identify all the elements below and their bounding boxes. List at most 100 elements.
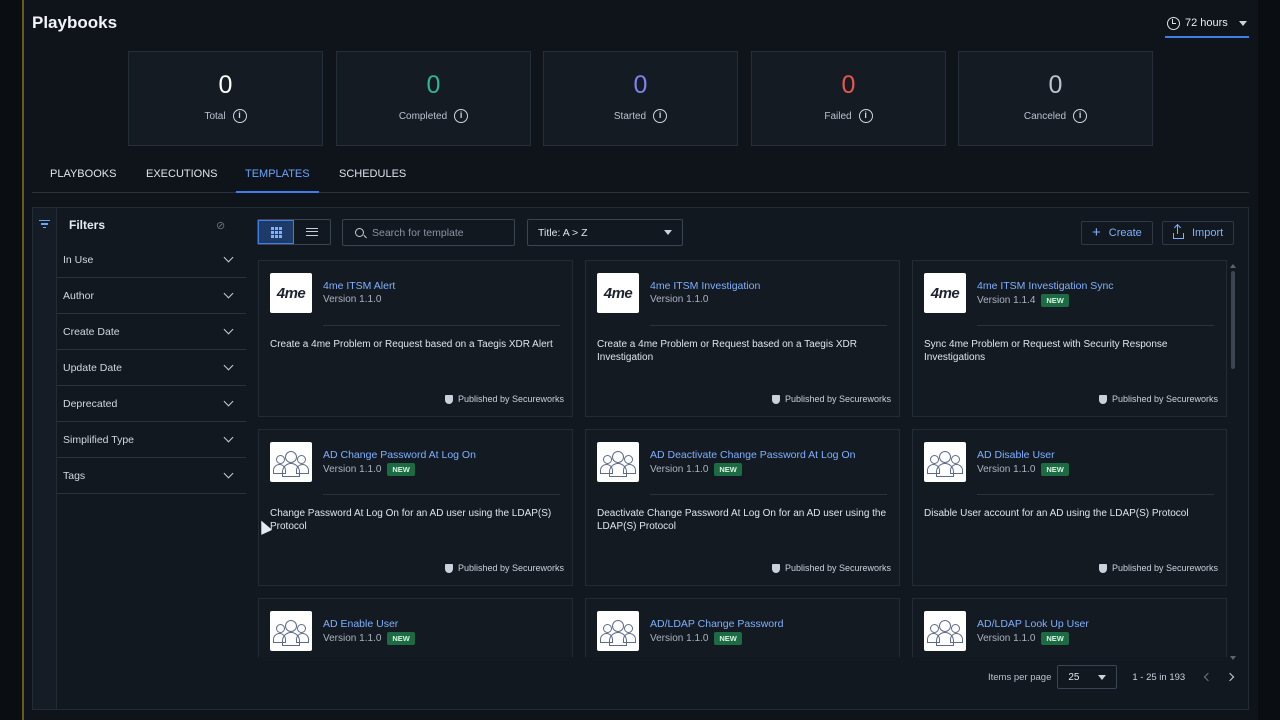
list-view-button[interactable] — [294, 220, 330, 244]
caret-down-icon — [1238, 20, 1247, 26]
template-title[interactable]: AD Disable User — [977, 449, 1055, 461]
chevron-down-icon — [223, 252, 234, 263]
scrollbar[interactable] — [1230, 264, 1236, 660]
chevron-down-icon — [223, 396, 234, 407]
caret-down-icon — [664, 230, 672, 235]
sort-select[interactable]: Title: A > Z — [527, 219, 683, 246]
stat-card-started: 0 Started i — [543, 51, 738, 146]
tab-playbooks[interactable]: PLAYBOOKS — [50, 162, 116, 193]
filter-label: Simplified Type — [63, 433, 135, 446]
stat-label: Completed — [398, 110, 448, 122]
template-title[interactable]: 4me ITSM Investigation Sync — [977, 280, 1114, 292]
info-icon[interactable]: i — [858, 109, 873, 123]
time-range-select[interactable]: 72 hours — [1165, 10, 1249, 38]
template-title[interactable]: AD Deactivate Change Password At Log On — [650, 449, 855, 461]
stat-value: 0 — [218, 71, 233, 99]
stat-value: 0 — [841, 71, 856, 99]
filter-deprecated[interactable]: Deprecated — [57, 386, 246, 422]
template-version: Version 1.1.0 — [650, 633, 709, 644]
stat-value: 0 — [426, 71, 441, 99]
info-icon[interactable]: i — [1073, 109, 1088, 123]
filter-tags[interactable]: Tags — [57, 458, 246, 494]
card-divider — [650, 494, 887, 495]
template-title[interactable]: 4me ITSM Investigation — [650, 280, 760, 292]
template-card[interactable]: 4me 4me ITSM Investigation Version 1.1.0 Cr… — [585, 260, 900, 417]
chevron-down-icon — [223, 468, 234, 479]
stat-card-completed: 0 Completed i — [336, 51, 531, 146]
import-button[interactable]: Import — [1162, 221, 1235, 245]
tab-templates[interactable]: TEMPLATES — [236, 162, 319, 193]
right-edge — [1258, 0, 1280, 720]
create-button[interactable]: + Create — [1081, 221, 1153, 245]
info-icon[interactable]: i — [232, 109, 247, 123]
4me-logo: 4me — [924, 273, 966, 313]
stat-label: Total — [204, 110, 226, 122]
template-card[interactable]: 4me 4me ITSM Investigation Sync Version 1.… — [912, 260, 1227, 417]
template-description: Create a 4me Problem or Request based on… — [270, 339, 553, 350]
template-description: Deactivate Change Password At Log On for… — [597, 508, 887, 532]
sort-value: Title: A > Z — [538, 226, 588, 239]
info-icon[interactable]: i — [454, 109, 469, 123]
template-card[interactable]: AD/LDAP Look Up User Version 1.1.0 NEW — [912, 598, 1227, 657]
shield-icon — [1098, 394, 1107, 404]
filter-label: Tags — [63, 469, 86, 482]
template-title[interactable]: AD Enable User — [323, 618, 398, 630]
filter-update-date[interactable]: Update Date — [57, 350, 246, 386]
items-per-page-select[interactable]: 25 — [1057, 665, 1118, 689]
filter-author[interactable]: Author — [57, 278, 246, 314]
tab-executions[interactable]: EXECUTIONS — [146, 162, 218, 193]
prev-page-icon[interactable] — [1203, 672, 1213, 682]
filters-title: Filters — [69, 218, 106, 232]
4me-logo: 4me — [597, 273, 639, 313]
new-badge: NEW — [387, 463, 415, 476]
template-version: Version 1.1.0 — [977, 464, 1036, 475]
search-input[interactable] — [372, 226, 512, 239]
template-title[interactable]: AD/LDAP Look Up User — [977, 618, 1089, 630]
filter-create-date[interactable]: Create Date — [57, 314, 246, 350]
filter-in-use[interactable]: In Use — [57, 242, 246, 278]
stat-label: Failed — [824, 110, 852, 122]
filter-label: Create Date — [63, 325, 120, 338]
shield-icon — [1098, 563, 1107, 573]
grid-view-button[interactable] — [258, 220, 295, 244]
template-version: Version 1.1.0 — [650, 294, 709, 305]
card-divider — [323, 325, 560, 326]
publisher: Published by Secureworks — [1111, 394, 1218, 404]
clear-filters-icon[interactable]: ⊘ — [216, 219, 228, 232]
template-card[interactable]: AD/LDAP Change Password Version 1.1.0 NEW — [585, 598, 900, 657]
template-description: Sync 4me Problem or Request with Securit… — [924, 339, 1168, 363]
template-version: Version 1.1.0 — [323, 464, 382, 475]
template-description: Disable User account for an AD using the… — [924, 508, 1189, 519]
template-card[interactable]: 4me 4me ITSM Alert Version 1.1.0 Create a 4… — [258, 260, 573, 417]
template-title[interactable]: AD/LDAP Change Password — [650, 618, 783, 630]
stat-card-total: 0 Total i — [128, 51, 323, 146]
users-group-icon — [924, 442, 966, 482]
filter-icon[interactable] — [39, 220, 50, 229]
upload-icon — [1173, 224, 1184, 239]
caret-down-icon — [1098, 674, 1107, 680]
per-page-value: 25 — [1068, 671, 1080, 683]
templates-panel: Filters ⊘ In Use Author Create Date Update … — [32, 207, 1249, 710]
new-badge: NEW — [1041, 463, 1069, 476]
template-title[interactable]: 4me ITSM Alert — [323, 280, 395, 292]
filter-label: Deprecated — [63, 397, 118, 410]
template-version: Version 1.1.0 — [323, 294, 382, 305]
new-badge: NEW — [714, 632, 742, 645]
info-icon[interactable]: i — [653, 109, 668, 123]
template-card[interactable]: AD Deactivate Change Password At Log On V… — [585, 429, 900, 586]
template-title[interactable]: AD Change Password At Log On — [323, 449, 476, 461]
publisher: Published by Secureworks — [784, 563, 891, 573]
template-card[interactable]: AD Disable User Version 1.1.0 NEW Disable U… — [912, 429, 1227, 586]
shield-icon — [444, 563, 453, 573]
4me-logo: 4me — [270, 273, 312, 313]
template-card[interactable]: AD Enable User Version 1.1.0 NEW — [258, 598, 573, 657]
chevron-down-icon — [223, 360, 234, 371]
page-title: Playbooks — [32, 13, 118, 32]
clock-icon — [1167, 16, 1180, 30]
template-card[interactable]: AD Change Password At Log On Version 1.1.… — [258, 429, 573, 586]
filter-simplified-type[interactable]: Simplified Type — [57, 422, 246, 458]
next-page-icon[interactable] — [1225, 672, 1235, 682]
stat-value: 0 — [633, 71, 648, 99]
scroll-thumb[interactable] — [1231, 271, 1235, 369]
tab-schedules[interactable]: SCHEDULES — [339, 162, 406, 193]
